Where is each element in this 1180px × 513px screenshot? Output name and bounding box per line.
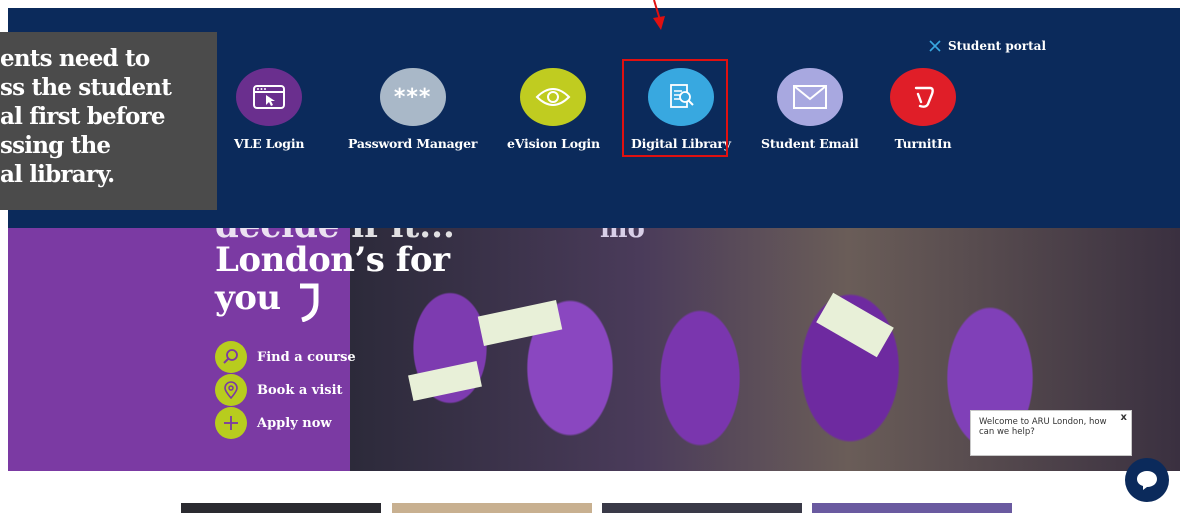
search-icon	[215, 341, 247, 373]
close-chat-popup-button[interactable]: x	[1121, 413, 1127, 423]
evision-login-app[interactable]: eVision Login	[507, 68, 600, 151]
turnitin-app[interactable]: TurnitIn	[890, 68, 956, 151]
evision-login-label: eVision Login	[507, 136, 600, 151]
open-chat-button[interactable]	[1125, 458, 1169, 502]
browser-cursor-icon	[236, 68, 303, 126]
vle-login-app[interactable]: VLE Login	[234, 68, 304, 151]
annotation-line: al library.	[0, 161, 115, 188]
vle-login-label: VLE Login	[234, 136, 305, 151]
apply-now-label: Apply now	[257, 415, 332, 431]
student-email-label: Student Email	[761, 136, 859, 151]
password-asterisks-icon: ***	[379, 68, 446, 126]
annotation-line: ssing the	[0, 132, 111, 159]
annotation-line: ss the student	[0, 74, 172, 101]
chat-bubble-icon	[1137, 471, 1157, 490]
find-a-course-label: Find a course	[257, 349, 356, 365]
chat-welcome-popup[interactable]: x Welcome to ARU London, how can we help…	[970, 410, 1132, 456]
annotation-line: ents need to	[0, 45, 150, 72]
hero-heading-more: mo	[600, 228, 645, 244]
password-manager-app[interactable]: *** Password Manager	[348, 68, 477, 151]
turnitin-logo-icon	[890, 68, 956, 126]
plus-icon	[215, 407, 247, 439]
content-card-thumbnail[interactable]	[181, 503, 381, 513]
close-student-portal-button[interactable]: Student portal	[928, 39, 1046, 53]
content-card-thumbnail[interactable]	[812, 503, 1012, 513]
annotation-callout: ents need to ss the student al first bef…	[0, 32, 217, 210]
apply-now-link[interactable]: Apply now	[215, 407, 332, 439]
close-icon	[929, 40, 941, 52]
digital-library-highlight-box	[622, 59, 728, 157]
hero-heading-you: you	[215, 278, 281, 318]
book-a-visit-label: Book a visit	[257, 382, 343, 398]
close-portal-label: Student portal	[948, 39, 1046, 53]
content-card-thumbnail[interactable]	[602, 503, 802, 513]
book-a-visit-link[interactable]: Book a visit	[215, 374, 343, 406]
aru-hook-icon	[300, 283, 319, 323]
hero-photo-leaflet	[477, 300, 563, 346]
student-email-app[interactable]: Student Email	[761, 68, 859, 151]
hero-heading-line1: London’s for	[215, 240, 450, 280]
eye-icon	[520, 68, 587, 126]
password-manager-label: Password Manager	[348, 136, 478, 151]
location-pin-icon	[215, 374, 247, 406]
hero-photo-leaflet	[408, 361, 482, 401]
arrow-down-icon	[653, 0, 665, 30]
envelope-icon	[776, 68, 843, 126]
hero-heading-line2: you	[215, 278, 322, 323]
turnitin-label: TurnitIn	[894, 136, 952, 151]
hero-photo-leaflet	[816, 292, 894, 358]
chat-welcome-message: Welcome to ARU London, how can we help?	[979, 417, 1107, 437]
content-card-thumbnail[interactable]	[392, 503, 592, 513]
annotation-line: al first before	[0, 103, 165, 130]
find-a-course-link[interactable]: Find a course	[215, 341, 356, 373]
